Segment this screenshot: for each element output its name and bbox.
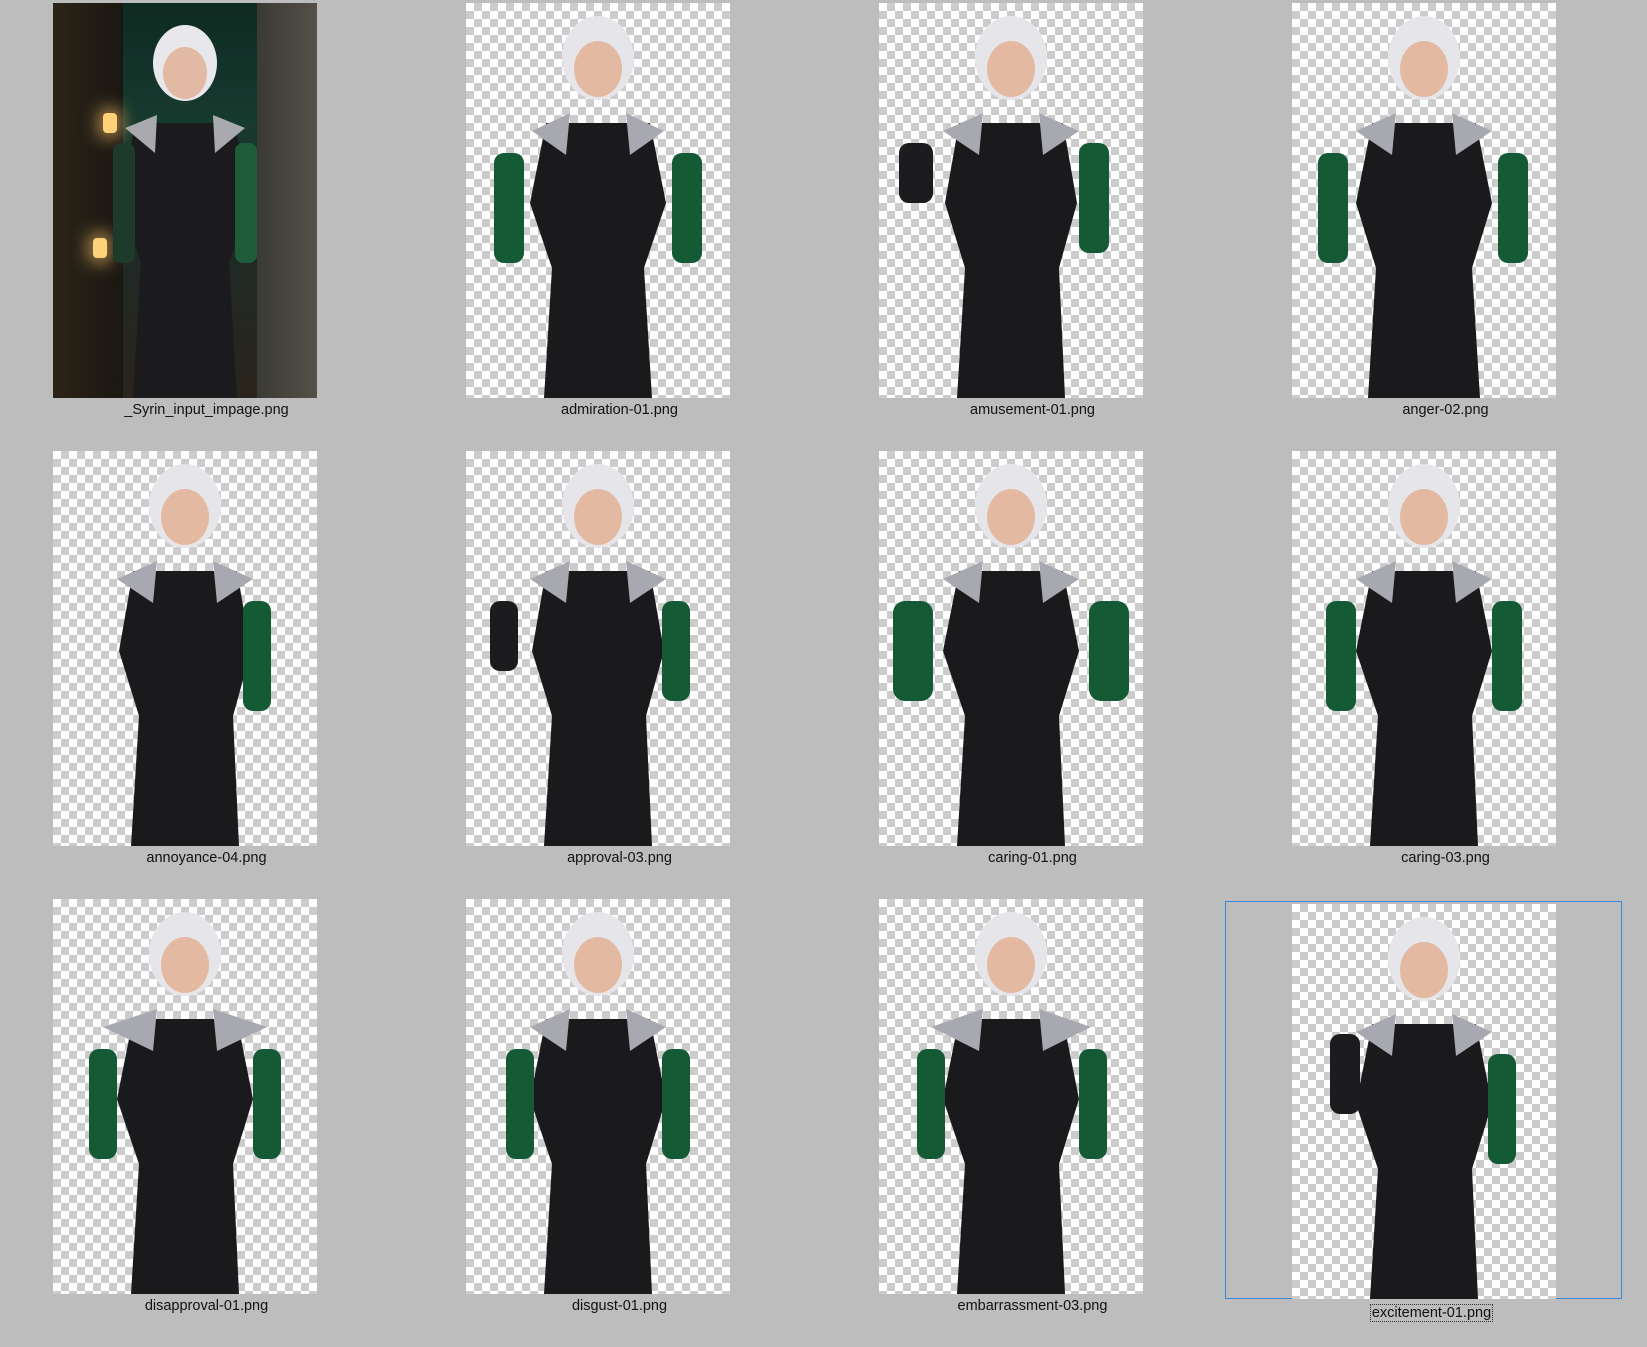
checkerboard-transparency-icon — [879, 3, 1143, 398]
character-portrait-icon — [893, 464, 1129, 846]
checkerboard-transparency-icon — [879, 451, 1143, 846]
character-portrait-icon — [899, 16, 1109, 398]
file-name-label[interactable]: amusement-01.png — [826, 402, 1239, 418]
file-name-label[interactable]: caring-03.png — [1239, 850, 1647, 866]
file-tile[interactable]: annoyance-04.png — [0, 448, 413, 894]
file-tile[interactable]: anger-02.png — [1239, 0, 1647, 446]
character-portrait-icon — [89, 912, 281, 1294]
checkerboard-transparency-icon — [1292, 451, 1556, 846]
character-portrait-icon — [494, 16, 702, 398]
character-portrait-icon — [1318, 16, 1528, 398]
file-name-label[interactable]: anger-02.png — [1239, 402, 1647, 418]
character-portrait-icon — [1330, 917, 1516, 1299]
file-tile-syrin-input[interactable]: _Syrin_input_impage.png — [0, 0, 413, 446]
file-tile[interactable]: caring-01.png — [826, 448, 1239, 894]
file-name-label[interactable]: disgust-01.png — [413, 1298, 826, 1314]
file-name-label[interactable]: disapproval-01.png — [0, 1298, 413, 1314]
file-name-label[interactable]: annoyance-04.png — [0, 850, 413, 866]
checkerboard-transparency-icon — [1292, 3, 1556, 398]
file-name-label[interactable]: embarrassment-03.png — [826, 1298, 1239, 1314]
file-name-label[interactable]: caring-01.png — [826, 850, 1239, 866]
character-portrait-icon — [917, 912, 1107, 1294]
thumbnail-photo — [53, 3, 317, 398]
file-name-label[interactable]: approval-03.png — [413, 850, 826, 866]
file-tile[interactable]: disgust-01.png — [413, 896, 826, 1342]
file-tile-selected[interactable]: excitement-01.png — [1225, 901, 1638, 1347]
checkerboard-transparency-icon — [53, 451, 317, 846]
character-portrait-icon — [490, 464, 690, 846]
checkerboard-transparency-icon — [1292, 904, 1556, 1299]
file-tile[interactable]: admiration-01.png — [413, 0, 826, 446]
file-tile[interactable]: amusement-01.png — [826, 0, 1239, 446]
checkerboard-transparency-icon — [879, 899, 1143, 1294]
file-tile[interactable]: embarrassment-03.png — [826, 896, 1239, 1342]
file-name-label[interactable]: _Syrin_input_impage.png — [0, 402, 413, 418]
file-name-label[interactable]: admiration-01.png — [413, 402, 826, 418]
character-portrait-icon — [117, 464, 271, 846]
checkerboard-transparency-icon — [466, 899, 730, 1294]
checkerboard-transparency-icon — [466, 3, 730, 398]
checkerboard-transparency-icon — [53, 899, 317, 1294]
file-tile[interactable]: disapproval-01.png — [0, 896, 413, 1342]
file-name-label[interactable]: excitement-01.png — [1225, 1304, 1638, 1322]
file-tile[interactable]: approval-03.png — [413, 448, 826, 894]
character-portrait-icon — [113, 25, 257, 398]
file-tile[interactable]: caring-03.png — [1239, 448, 1647, 894]
character-portrait-icon — [1326, 464, 1522, 846]
checkerboard-transparency-icon — [466, 451, 730, 846]
character-portrait-icon — [506, 912, 690, 1294]
